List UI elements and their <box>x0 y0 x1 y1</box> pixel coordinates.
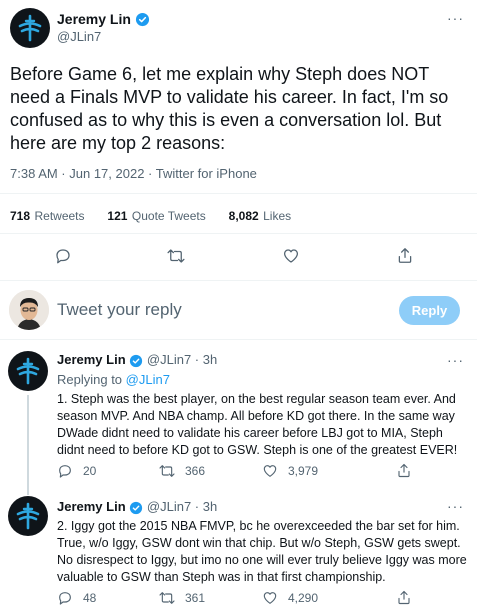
logo-icon <box>16 502 40 530</box>
tweet-thread-page: Jeremy Lin @JLin7 ··· Before Game 6, let… <box>0 0 477 615</box>
retweets-stat[interactable]: 718 Retweets <box>10 207 85 224</box>
reply-composer-input[interactable]: Tweet your reply <box>57 300 182 320</box>
share-icon <box>398 248 412 263</box>
more-options-icon[interactable]: ··· <box>447 10 464 26</box>
reply-handle-time[interactable]: @JLin7 · 3h <box>147 352 217 367</box>
stats-row: 718 Retweets 121 Quote Tweets 8,082 Like… <box>10 207 291 225</box>
more-options-icon[interactable]: ··· <box>447 352 464 368</box>
like-action[interactable]: 4,290 <box>262 590 318 606</box>
author-name-row: Jeremy Lin <box>57 11 150 29</box>
reply-author-name[interactable]: Jeremy Lin <box>57 352 126 367</box>
reply-text: 2. Iggy got the 2015 NBA FMVP, bc he ove… <box>57 519 467 584</box>
retweet-count: 366 <box>185 464 206 478</box>
author-name[interactable]: Jeremy Lin <box>57 11 131 27</box>
retweet-action[interactable] <box>166 247 186 265</box>
reply-text: 1. Steph was the best player, on the bes… <box>57 392 458 457</box>
verified-badge-icon <box>130 354 143 367</box>
like-action[interactable]: 3,979 <box>262 463 318 479</box>
retweet-action[interactable]: 361 <box>158 590 205 606</box>
user-avatar[interactable] <box>9 290 49 330</box>
share-action[interactable] <box>396 462 412 479</box>
share-action[interactable] <box>396 589 412 606</box>
heart-icon <box>263 592 277 604</box>
logo-icon <box>16 357 40 385</box>
retweet-count: 361 <box>185 591 206 605</box>
divider <box>0 193 477 194</box>
reply-action[interactable]: 48 <box>57 590 96 606</box>
reply-author-avatar[interactable] <box>8 351 48 391</box>
thread-connector <box>27 395 29 495</box>
share-action[interactable] <box>396 246 414 265</box>
logo-icon <box>18 14 42 42</box>
reply-action[interactable]: 20 <box>57 463 96 479</box>
tweet-text: Before Game 6, let me explain why Steph … <box>10 64 449 153</box>
share-icon <box>398 463 410 478</box>
like-action[interactable] <box>282 247 300 265</box>
more-options-icon[interactable]: ··· <box>447 498 464 514</box>
verified-badge-icon <box>136 13 150 27</box>
like-count: 3,979 <box>288 464 319 478</box>
divider <box>0 280 477 281</box>
reply-icon <box>59 465 71 478</box>
likes-stat[interactable]: 8,082 Likes <box>229 207 292 224</box>
tweet-timestamp[interactable]: 7:38 AM · Jun 17, 2022 · Twitter for iPh… <box>10 166 257 181</box>
retweet-action[interactable]: 366 <box>158 463 205 479</box>
reply-author-avatar[interactable] <box>8 496 48 536</box>
heart-icon <box>263 465 277 477</box>
user-photo <box>9 290 49 330</box>
reply-button[interactable]: Reply <box>399 296 460 325</box>
reply-author-name[interactable]: Jeremy Lin <box>57 499 126 514</box>
author-handle[interactable]: @JLin7 <box>57 29 101 44</box>
retweet-icon <box>159 592 175 604</box>
reply-header: Jeremy Lin @JLin7 · 3h <box>57 499 217 515</box>
reply-count: 20 <box>83 464 97 478</box>
like-count: 4,290 <box>288 591 319 605</box>
reply-icon <box>59 592 71 605</box>
share-icon <box>398 590 410 605</box>
retweet-icon <box>159 465 175 477</box>
replying-to: Replying to @JLin7 <box>57 372 170 387</box>
quote-tweets-stat[interactable]: 121 Quote Tweets <box>107 207 205 224</box>
retweet-icon <box>167 249 185 263</box>
reply-count: 48 <box>83 591 97 605</box>
reply-action[interactable] <box>54 247 72 265</box>
heart-icon <box>283 249 299 263</box>
reply-handle-time[interactable]: @JLin7 · 3h <box>147 499 217 514</box>
divider <box>0 233 477 234</box>
divider <box>0 339 477 340</box>
replying-to-link[interactable]: @JLin7 <box>126 372 170 387</box>
verified-badge-icon <box>130 501 143 514</box>
replying-to-label: Replying to <box>57 372 123 387</box>
reply-header: Jeremy Lin @JLin7 · 3h <box>57 352 217 368</box>
author-avatar[interactable] <box>10 8 50 48</box>
reply-icon <box>56 249 70 264</box>
